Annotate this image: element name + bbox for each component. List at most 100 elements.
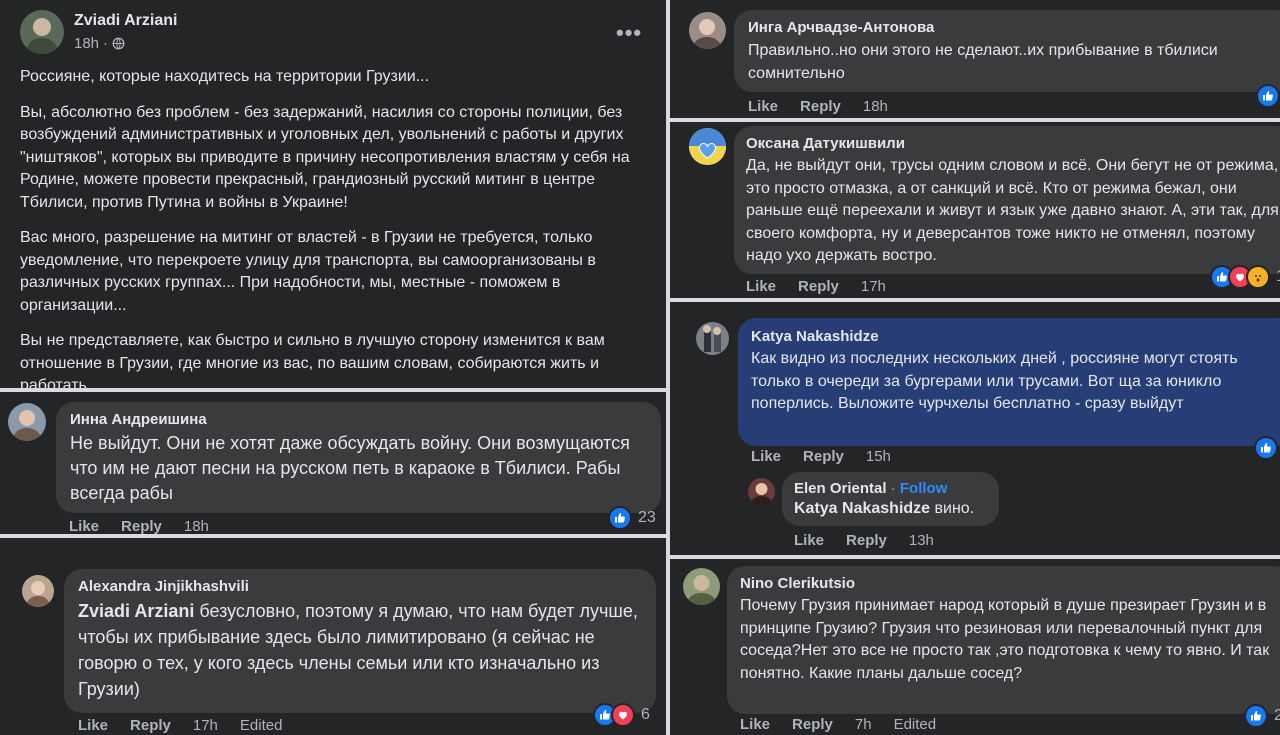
like-button[interactable]: Like (746, 278, 776, 295)
comment-text: Почему Грузия принимает народ который в … (740, 597, 1270, 682)
comment-text: Правильно..но они этого не сделают..их п… (748, 42, 1218, 82)
commenter-name[interactable]: Katya Nakashidze (751, 328, 1280, 345)
post-panel: Zviadi Arziani 18h · ••• Россияне, котор… (0, 0, 666, 388)
like-button[interactable]: Like (78, 717, 108, 734)
person-icon (12, 410, 42, 441)
reaction-summary[interactable]: 13 (1210, 265, 1280, 289)
like-button[interactable]: Like (740, 716, 770, 733)
reply-button[interactable]: Reply (803, 448, 844, 465)
reaction-count: 13 (1276, 268, 1280, 286)
reply-button[interactable]: Reply (798, 278, 839, 295)
commenter-avatar[interactable] (689, 12, 726, 49)
post-paragraph: Вы не представляете, как быстро и сильно… (20, 332, 605, 388)
reaction-summary[interactable] (1256, 84, 1280, 108)
comment-text: Zviadi Arziani безусловно, поэтому я дум… (78, 598, 642, 702)
person-icon (750, 483, 773, 505)
globe-icon (112, 37, 125, 50)
comment-text: Как видно из последних нескольких дней ,… (751, 350, 1238, 412)
reaction-summary[interactable]: 23 (608, 506, 656, 530)
reply-avatar[interactable] (748, 478, 775, 505)
comment-bubble-highlighted: Katya Nakashidze Как видно из последних … (738, 318, 1280, 446)
person-icon (692, 19, 722, 49)
commenter-name[interactable]: Alexandra Jinjikhashvili (78, 578, 642, 595)
person-icon (25, 18, 59, 54)
person-icon (25, 581, 51, 607)
wow-icon (1246, 265, 1270, 289)
like-icon (608, 506, 632, 530)
commenter-avatar[interactable] (696, 322, 729, 355)
comment-time[interactable]: 18h (184, 518, 209, 534)
comment-bubble: Инга Арчвадзе-Антонова Правильно..но они… (734, 10, 1280, 92)
reply-button[interactable]: Reply (792, 716, 833, 733)
post-time[interactable]: 18h (74, 35, 99, 52)
like-icon (1254, 436, 1278, 460)
comment-time[interactable]: 13h (909, 532, 934, 549)
comment-text: Katya Nakashidze вино. (794, 498, 987, 520)
like-button[interactable]: Like (69, 518, 99, 534)
comment-bubble: Оксана Датукишвили Да, не выйдут они, тр… (734, 126, 1280, 274)
person-icon (686, 575, 717, 605)
comment-panel-oksana: Оксана Датукишвили Да, не выйдут они, тр… (670, 122, 1280, 298)
reaction-summary[interactable]: 2 (1244, 704, 1280, 728)
commenter-avatar[interactable] (22, 575, 54, 607)
like-icon (1256, 84, 1280, 108)
love-icon (611, 703, 635, 727)
comment-panel-inna: Инна Андреишина Не выйдут. Они не хотят … (0, 392, 666, 534)
reply-button[interactable]: Reply (130, 717, 171, 734)
comment-time[interactable]: 7h (855, 716, 872, 733)
post-author-name[interactable]: Zviadi Arziani (74, 12, 177, 30)
reply-bubble: Elen Oriental · Follow Katya Nakashidze … (782, 472, 999, 526)
reaction-summary[interactable] (1254, 436, 1278, 460)
reply-button[interactable]: Reply (846, 532, 887, 549)
comment-panel-katya: Katya Nakashidze Как видно из последних … (670, 302, 1280, 555)
commenter-name[interactable]: Инна Андреишина (70, 411, 647, 428)
comment-actions: Like Reply 17h (746, 278, 908, 295)
like-button[interactable]: Like (748, 98, 778, 115)
comment-actions: Like Reply 17h Edited (78, 717, 304, 734)
follow-button[interactable]: Follow (900, 480, 948, 497)
comment-actions: Like Reply 18h (748, 98, 910, 115)
like-icon (1244, 704, 1268, 728)
comment-actions: Like Reply 18h (69, 518, 231, 534)
commenter-name[interactable]: Инга Арчвадзе-Антонова (748, 19, 1280, 36)
person-icon (703, 325, 721, 352)
edited-label: Edited (239, 717, 283, 734)
more-options-icon[interactable]: ••• (616, 20, 642, 46)
comment-bubble: Nino Clerikutsio Почему Грузия принимает… (727, 566, 1280, 714)
comment-time[interactable]: 17h (861, 278, 886, 295)
comment-panel-nino: Nino Clerikutsio Почему Грузия принимает… (670, 559, 1280, 735)
comment-text: Да, не выйдут они, трусы одним словом и … (746, 157, 1279, 264)
reaction-count: 6 (641, 706, 650, 723)
reply-button[interactable]: Reply (800, 98, 841, 115)
mention-link[interactable]: Katya Nakashidze (794, 500, 930, 517)
commenter-name[interactable]: Elen Oriental (794, 480, 887, 497)
comment-text-body: вино. (930, 500, 975, 517)
post-meta: 18h · (74, 35, 125, 52)
commenter-name[interactable]: Nino Clerikutsio (740, 575, 1279, 592)
comment-panel-alexandra: Alexandra Jinjikhashvili Zviadi Arziani … (0, 538, 666, 735)
like-button[interactable]: Like (751, 448, 781, 465)
comment-time[interactable]: 17h (193, 717, 218, 734)
commenter-avatar[interactable] (683, 568, 720, 605)
like-button[interactable]: Like (794, 532, 824, 549)
comment-bubble: Alexandra Jinjikhashvili Zviadi Arziani … (64, 569, 656, 713)
reply-button[interactable]: Reply (121, 518, 162, 534)
post-paragraph: Вас много, разрешение на митинг от власт… (20, 229, 596, 314)
commenter-avatar[interactable] (8, 403, 46, 441)
post-author-avatar[interactable] (20, 10, 64, 54)
comment-text: Не выйдут. Они не хотят даже обсуждать в… (70, 433, 630, 503)
edited-label: Edited (893, 716, 937, 733)
comment-actions: Like Reply 7h Edited (740, 716, 958, 733)
post-paragraph: Россияне, которые находитесь на территор… (20, 68, 430, 85)
reaction-summary[interactable]: 6 (593, 703, 650, 727)
reaction-count: 23 (638, 509, 656, 526)
comment-panel-inga: Инга Арчвадзе-Антонова Правильно..но они… (670, 0, 1280, 118)
commenter-avatar[interactable] (689, 128, 726, 165)
commenter-name[interactable]: Оксана Датукишвили (746, 135, 1280, 152)
reaction-count: 2 (1274, 707, 1280, 724)
comment-time[interactable]: 18h (863, 98, 888, 115)
post-body: Россияне, которые находитесь на территор… (20, 66, 656, 388)
mention-link[interactable]: Zviadi Arziani (78, 601, 194, 621)
comment-time[interactable]: 15h (866, 448, 891, 465)
comment-bubble: Инна Андреишина Не выйдут. Они не хотят … (56, 402, 661, 513)
